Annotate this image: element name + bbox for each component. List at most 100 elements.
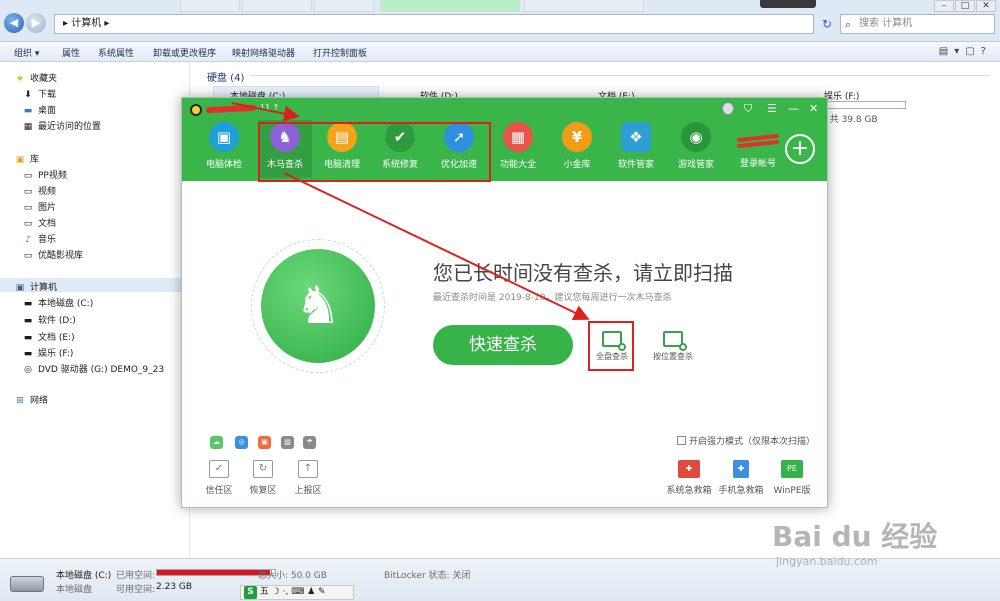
skin-icon[interactable]: ⛉ [744,102,752,116]
last-scan-info: 最近查杀时间是 2019-8-10，建议您每周进行一次木马查杀 [433,293,672,303]
location-scan-button[interactable]: 按位置查杀 [650,331,696,362]
background-dark-tab [760,0,816,8]
system-properties-button[interactable]: 系统属性 [98,46,134,59]
tab-label: 功能大全 [499,160,536,170]
nav-drive-e[interactable]: ▬ 文档 (E:) [22,330,75,343]
tab-all-features[interactable]: ▦ 功能大全 [490,120,546,176]
nav-drive-d[interactable]: ▬ 软件 (D:) [22,313,76,326]
music-note-icon: ♪ [25,235,31,245]
minimize-icon[interactable]: — [788,102,799,115]
nav-item-youku[interactable]: ▭ 优酷影视库 [22,248,83,261]
medal-icon[interactable] [722,102,734,115]
recent-places-icon: ▦ [23,122,33,132]
nav-drive-f[interactable]: ▬ 娱乐 (F:) [22,346,74,359]
nav-network[interactable]: ⊞ 网络 [14,393,48,406]
star-icon: ★ [15,74,25,84]
browser-icon[interactable]: ◎ [235,436,248,449]
login-account-button[interactable]: 登录帐号 [736,133,780,169]
tab-pc-checkup[interactable]: ▣ 电脑体检 [196,120,252,176]
annotation-box-tabs [258,122,491,182]
drive-f-free-space: , 共 39.8 GB [824,115,878,125]
horse-icon: ♞ [294,276,342,336]
nav-item-downloads[interactable]: ⬇ 下载 [22,87,56,100]
folder-icon: ▭ [23,251,33,261]
checkbox-icon[interactable] [677,436,686,445]
nav-item-recent[interactable]: ▦ 最近访问的位置 [22,119,101,132]
nav-item-videos[interactable]: ▭ 视频 [22,184,56,197]
winpe-button[interactable]: PE WinPE版 [762,460,822,496]
tab-game-manager[interactable]: ◉ 游戏管家 [668,120,724,176]
nav-dvd-drive[interactable]: ◎ DVD 驱动器 (G:) DEMO_9_23 [22,362,164,375]
properties-button[interactable]: 属性 [62,46,80,59]
cloud-icon[interactable]: ☁ [210,436,223,449]
dvd-drive-icon: ◎ [24,365,32,375]
address-path[interactable]: ▸ 计算机 ▸ [54,14,814,34]
redacted-username [205,104,257,114]
system-rescue-button[interactable]: ✚ 系统急救箱 [659,460,719,496]
nav-item-desktop[interactable]: ▬ 桌面 [22,103,56,116]
tab-vault[interactable]: ¥ 小金库 [549,120,605,176]
pc-manager-header: 11 ↑ ⛉ ☰ — ✕ ▣ 电脑体检 ♞ 木马查杀 ▤ 电脑清理 ✔ 系统修复… [182,98,827,182]
document-icon[interactable]: ▣ [258,436,271,449]
maximize-button[interactable]: □ [955,0,975,12]
status-used-label: 已用空间: [116,571,156,581]
back-button[interactable]: ◀ [4,13,24,33]
image-icon[interactable]: ▨ [281,436,294,449]
tab-software-manager[interactable]: ❖ 软件管家 [608,120,664,176]
map-network-drive-button[interactable]: 映射网络驱动器 [232,46,295,59]
login-label: 登录帐号 [739,159,776,169]
grid-icon: ▦ [503,122,533,152]
picture-folder-icon: ▭ [23,203,33,213]
hard-disk-group-header[interactable]: 硬盘 (4) [207,69,244,84]
view-options-icons[interactable]: ▤▾▢? [939,46,992,57]
refresh-icon[interactable]: ↻ [818,14,836,34]
app-store-icon: ❖ [621,122,651,152]
trojan-scan-emblem[interactable]: ♞ [261,249,375,363]
tab-label: 电脑体检 [205,160,242,170]
baidu-watermark: Bai du 经验 jingyan.baidu.com [772,515,937,568]
desktop-icon: ▬ [23,106,33,116]
nav-item-music[interactable]: ♪ 音乐 [22,232,56,245]
trust-zone-button[interactable]: ✓ 信任区 [199,460,239,496]
nav-item-pictures[interactable]: ▭ 图片 [22,200,56,213]
quick-scan-button[interactable]: 快速查杀 [433,325,573,365]
force-mode-checkbox[interactable]: 开启强力模式（仅限本次扫描） [677,434,815,447]
uninstall-programs-button[interactable]: 卸载或更改程序 [153,46,216,59]
nav-favorites[interactable]: ★ 收藏夹 [14,71,57,84]
pc-manager-logo-icon [190,104,202,116]
input-method-bar[interactable]: S 五 ☽ ·, ⌨ ♟ ✎ [240,585,354,600]
force-mode-label: 开启强力模式（仅限本次扫描） [689,437,816,447]
close-icon[interactable]: ✕ [809,102,818,115]
restore-icon: ↻ [253,460,273,478]
menu-icon[interactable]: ☰ [767,102,777,115]
gamepad-icon: ◉ [681,122,711,152]
drive-icon: ▬ [23,316,33,326]
nav-drive-c[interactable]: ▬ 本地磁盘 (C:) [22,296,93,309]
watermark-brand: Bai du 经验 [772,520,938,553]
status-drive-name: 本地磁盘 (C:) [56,571,112,581]
tab-label: 小金库 [563,160,591,170]
nav-library[interactable]: ▣ 库 [14,152,39,165]
plus-icon[interactable]: + [785,134,815,164]
restore-zone-button[interactable]: ↻ 恢复区 [243,460,283,496]
umbrella-icon[interactable]: ☂ [303,436,316,449]
background-tab [242,0,312,12]
ime-tools[interactable]: 五 ☽ ·, ⌨ ♟ ✎ [260,587,326,597]
watermark-site: jingyan.baidu.com [776,555,878,568]
nav-item-documents[interactable]: ▭ 文档 [22,216,56,229]
video-folder-icon: ▭ [23,187,33,197]
background-tab [314,0,374,12]
nav-computer[interactable]: ▣ 计算机 [14,280,57,293]
trust-icon: ✓ [209,460,229,478]
forward-button[interactable]: ▶ [26,13,46,33]
nav-item-pp-video[interactable]: ▭ PP视频 [22,168,67,181]
network-icon: ⊞ [16,396,24,406]
search-placeholder: 搜索 计算机 [859,18,913,29]
minimize-button[interactable]: – [934,0,954,12]
group-divider [250,75,990,76]
open-control-panel-button[interactable]: 打开控制面板 [313,46,367,59]
close-button[interactable]: ✕ [976,0,996,12]
search-input[interactable]: ⌕ 搜索 计算机 [840,14,995,34]
report-zone-button[interactable]: ↑ 上报区 [288,460,328,496]
organize-menu[interactable]: 组织 ▾ [14,46,39,59]
